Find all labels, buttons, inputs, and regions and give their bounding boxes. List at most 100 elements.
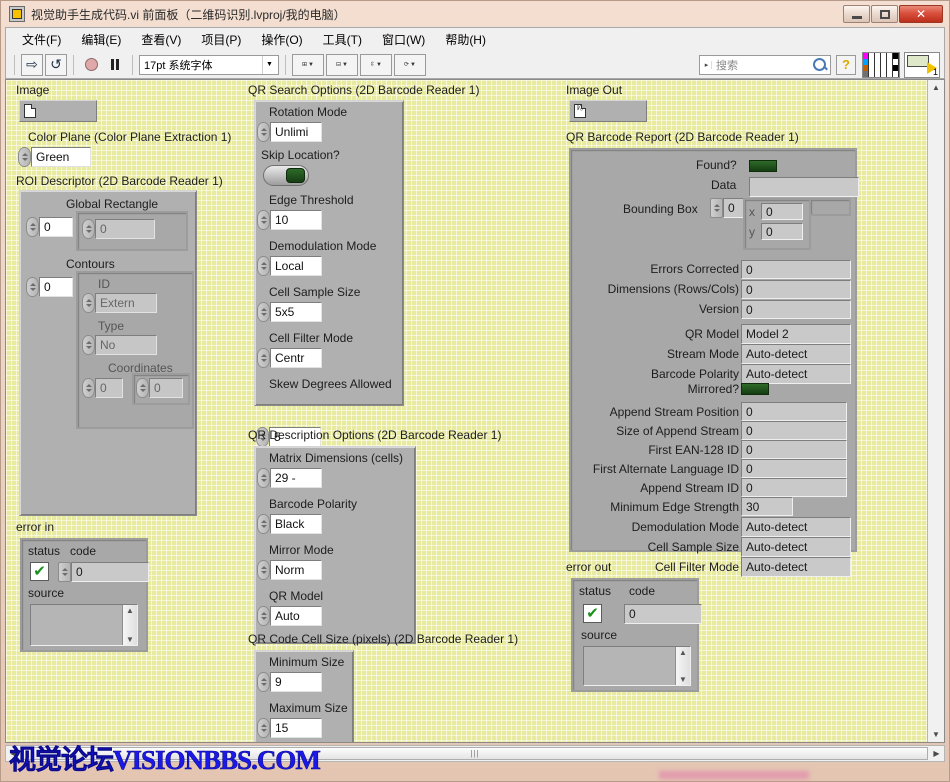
maximum-size-spinner[interactable] <box>257 718 270 738</box>
error-in-source-field[interactable]: ▲ ▼ <box>30 604 138 646</box>
qr-search-options-cluster[interactable]: Rotation Mode Unlimi Skip Location? Edge… <box>254 100 404 406</box>
scroll-down-icon[interactable]: ▼ <box>126 634 134 645</box>
panel-scroll-up-icon[interactable]: ▲ <box>929 80 944 95</box>
data-value[interactable] <box>749 177 859 197</box>
qr-model-option-control[interactable]: Auto <box>257 606 322 626</box>
menu-item-project[interactable]: 项目(P) <box>191 29 251 50</box>
menu-item-window[interactable]: 窗口(W) <box>372 29 435 50</box>
bounding-box-point-cluster[interactable]: x 0 y 0 <box>743 198 811 250</box>
search-scope-icon[interactable]: ▸ <box>702 61 712 69</box>
color-plane-ring[interactable]: Green <box>18 147 91 167</box>
panel-scroll-down-icon[interactable]: ▼ <box>929 727 944 742</box>
coordinates-index-value[interactable]: 0 <box>95 378 123 398</box>
context-help-button[interactable]: ? <box>836 55 856 75</box>
panel-scroll-right-icon[interactable]: ▶ <box>929 746 944 761</box>
qr-model-option-value[interactable]: Auto <box>270 606 322 626</box>
barcode-polarity-spinner[interactable] <box>257 514 270 534</box>
coordinates-index-spinner[interactable] <box>82 378 95 398</box>
cell-sample-size-value[interactable]: 5x5 <box>270 302 322 322</box>
minimize-button[interactable] <box>843 5 870 23</box>
bounding-box-index-value[interactable]: 0 <box>723 198 745 218</box>
resize-objects-button[interactable]: ⇳▼ <box>360 54 392 76</box>
run-button[interactable]: ⇨ <box>21 54 43 76</box>
barcode-polarity-control[interactable]: Black <box>257 514 322 534</box>
close-button[interactable]: ✕ <box>899 5 943 23</box>
rotation-mode-control[interactable]: Unlimi <box>257 122 322 142</box>
contour-type-value[interactable]: No <box>95 335 157 355</box>
qr-description-options-cluster[interactable]: Matrix Dimensions (cells) 29 - Barcode P… <box>254 446 416 644</box>
error-in-source-text[interactable] <box>31 605 122 645</box>
global-rectangle-element-control[interactable]: 0 <box>82 219 155 239</box>
abort-button[interactable] <box>80 54 102 76</box>
panel-vertical-scrollbar[interactable]: ▲ ▼ <box>927 80 944 742</box>
front-panel-canvas[interactable]: Image Color Plane (Color Plane Extractio… <box>6 80 927 742</box>
coordinates-array[interactable]: 0 <box>132 373 190 405</box>
qr-cell-size-cluster[interactable]: Minimum Size 9 Maximum Size 15 <box>254 650 354 742</box>
color-plane-spinner[interactable] <box>18 147 31 167</box>
mirror-mode-control[interactable]: Norm <box>257 560 322 580</box>
error-in-code-value[interactable]: 0 <box>71 562 149 582</box>
mirror-mode-value[interactable]: Norm <box>270 560 322 580</box>
run-continuously-button[interactable]: ↺ <box>45 54 67 76</box>
global-rectangle-element-value[interactable]: 0 <box>95 219 155 239</box>
cell-filter-mode-spinner[interactable] <box>257 348 270 368</box>
minimum-size-value[interactable]: 9 <box>270 672 322 692</box>
global-rectangle-element-spinner[interactable] <box>82 219 95 239</box>
bounding-box-y-value[interactable]: 0 <box>761 223 803 240</box>
edge-threshold-spinner[interactable] <box>257 210 270 230</box>
distribute-objects-button[interactable]: ⊟▼ <box>326 54 358 76</box>
edge-threshold-control[interactable]: 10 <box>257 210 322 230</box>
contours-index-value[interactable]: 0 <box>39 277 73 297</box>
contour-id-spinner[interactable] <box>82 293 95 313</box>
minimum-size-spinner[interactable] <box>257 672 270 692</box>
maximum-size-control[interactable]: 15 <box>257 718 322 738</box>
vi-icon-pane[interactable]: 1 <box>904 52 940 78</box>
bounding-box-index-control[interactable]: 0 <box>710 198 745 218</box>
demodulation-mode-value[interactable]: Local <box>270 256 322 276</box>
menu-item-operate[interactable]: 操作(O) <box>251 29 312 50</box>
menu-item-view[interactable]: 查看(V) <box>131 29 191 50</box>
error-in-status-checkbox[interactable]: ✔ <box>30 562 49 581</box>
pause-button[interactable] <box>104 54 126 76</box>
reorder-button[interactable]: ⟳▼ <box>394 54 426 76</box>
global-rectangle-index-spinner[interactable] <box>26 217 39 237</box>
panel-scroll-left-icon[interactable]: ◀ <box>6 746 21 761</box>
error-in-source-scrollbar[interactable]: ▲ ▼ <box>122 605 137 645</box>
scroll-down-icon-2[interactable]: ▼ <box>679 674 687 685</box>
image-display[interactable] <box>19 100 97 122</box>
skip-location-switch[interactable] <box>263 165 309 186</box>
contour-id-value[interactable]: Extern <box>95 293 157 313</box>
cell-sample-size-control[interactable]: 5x5 <box>257 302 322 322</box>
panel-hscroll-thumb[interactable]: ||| <box>22 747 928 760</box>
contours-index-spinner[interactable] <box>26 277 39 297</box>
rotation-mode-spinner[interactable] <box>257 122 270 142</box>
menu-item-file[interactable]: 文件(F) <box>12 29 71 50</box>
scroll-up-icon[interactable]: ▲ <box>126 605 134 616</box>
font-selector[interactable]: 17pt 系统字体 ▼ <box>139 55 279 75</box>
contour-type-control[interactable]: No <box>82 335 157 355</box>
menu-item-tools[interactable]: 工具(T) <box>313 29 372 50</box>
mirror-mode-spinner[interactable] <box>257 560 270 580</box>
panel-horizontal-scrollbar[interactable]: ◀ ||| ▶ <box>5 745 945 762</box>
error-out-source-scrollbar[interactable]: ▲ ▼ <box>675 647 690 685</box>
menu-item-edit[interactable]: 编辑(E) <box>71 29 131 50</box>
contour-id-control[interactable]: Extern <box>82 293 157 313</box>
global-rectangle-index-control[interactable]: 0 <box>26 217 73 237</box>
maximum-size-value[interactable]: 15 <box>270 718 322 738</box>
scroll-up-icon-2[interactable]: ▲ <box>679 647 687 658</box>
search-input[interactable]: ▸ 搜索 <box>699 55 831 75</box>
image-out-display[interactable]: I⁄₀ <box>569 100 647 122</box>
color-plane-value[interactable]: Green <box>31 147 91 167</box>
demodulation-mode-spinner[interactable] <box>257 256 270 276</box>
align-objects-button[interactable]: ⊞▼ <box>292 54 324 76</box>
minimum-size-control[interactable]: 9 <box>257 672 322 692</box>
coordinates-element-value[interactable]: 0 <box>149 378 183 398</box>
qr-model-option-spinner[interactable] <box>257 606 270 626</box>
search-icon[interactable] <box>813 58 826 71</box>
contours-index-control[interactable]: 0 <box>26 277 73 297</box>
rotation-mode-value[interactable]: Unlimi <box>270 122 322 142</box>
error-in-code-control[interactable]: 0 <box>58 562 149 582</box>
coordinates-element-spinner[interactable] <box>136 378 149 398</box>
maximize-button[interactable] <box>871 5 898 23</box>
error-in-cluster[interactable]: status code ✔ 0 source ▲ ▼ <box>20 538 148 652</box>
